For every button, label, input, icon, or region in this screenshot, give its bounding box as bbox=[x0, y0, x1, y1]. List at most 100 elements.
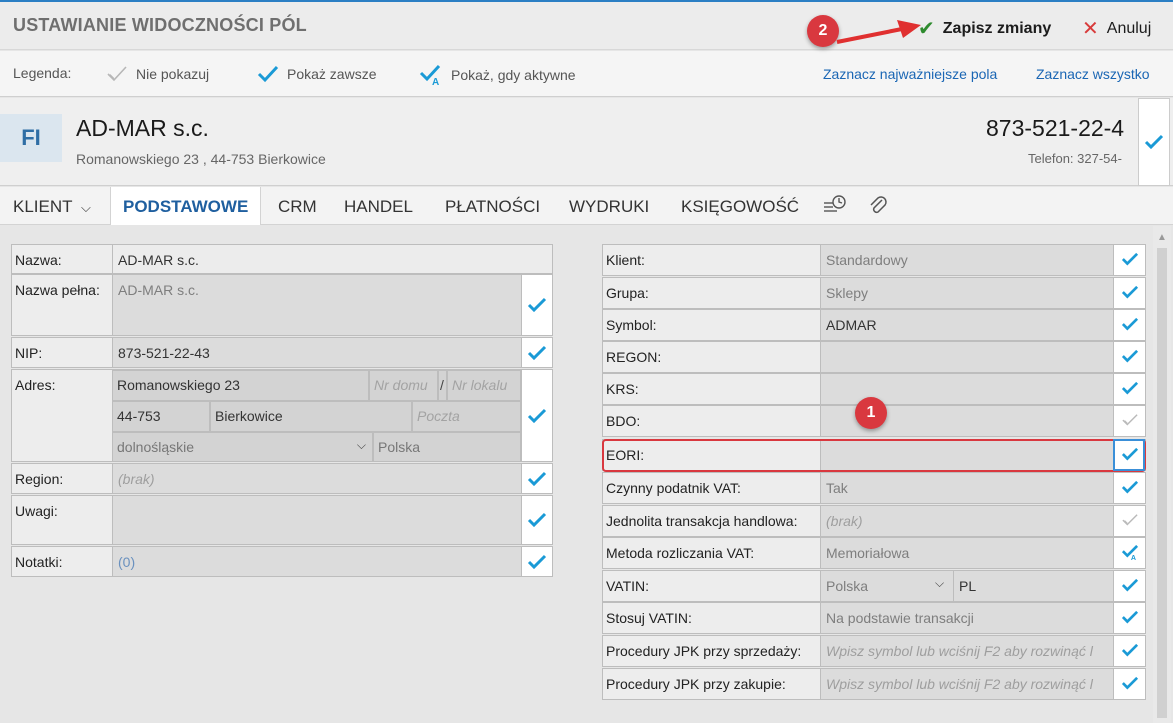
city-input[interactable]: Bierkowice bbox=[210, 401, 412, 432]
field-label: Uwagi: bbox=[12, 496, 113, 544]
field-value[interactable]: Sklepy bbox=[821, 278, 1113, 308]
visibility-checkbox[interactable] bbox=[521, 496, 552, 544]
tab-payments[interactable]: PŁATNOŚCI bbox=[445, 197, 540, 217]
visibility-checkbox[interactable] bbox=[521, 338, 552, 367]
header-visibility-checkbox[interactable] bbox=[1138, 98, 1170, 186]
check-icon: A bbox=[1121, 545, 1138, 561]
field-row: EORI: bbox=[602, 439, 1146, 471]
field-value[interactable]: Wpisz symbol lub wciśnij F2 aby rozwinąć… bbox=[821, 669, 1113, 699]
visibility-checkbox[interactable] bbox=[1113, 669, 1145, 699]
visibility-checkbox[interactable] bbox=[521, 370, 552, 461]
tab-basic[interactable]: PODSTAWOWE bbox=[110, 187, 262, 225]
check-icon bbox=[527, 512, 547, 528]
nazwa-pelna-input[interactable]: AD-MAR s.c. bbox=[113, 275, 521, 335]
visibility-checkbox[interactable] bbox=[1113, 636, 1145, 666]
field-value[interactable]: (brak) bbox=[821, 506, 1113, 536]
uwagi-input[interactable] bbox=[113, 496, 521, 544]
zip-input[interactable]: 44-753 bbox=[112, 401, 210, 432]
field-label: Region: bbox=[12, 464, 113, 493]
visibility-checkbox[interactable] bbox=[1113, 603, 1145, 633]
history-icon[interactable] bbox=[823, 194, 847, 221]
check-icon bbox=[1121, 578, 1138, 592]
check-icon bbox=[1121, 514, 1138, 526]
cancel-button[interactable]: ✕ Anuluj bbox=[1082, 16, 1151, 41]
notatki-link[interactable]: (0) bbox=[113, 547, 521, 576]
flat-number-input[interactable]: Nr lokalu bbox=[447, 370, 521, 401]
visibility-checkbox[interactable] bbox=[1113, 245, 1145, 275]
tab-trade[interactable]: HANDEL bbox=[344, 197, 413, 217]
legend-always: Pokaż zawsze bbox=[257, 65, 376, 83]
scroll-up-icon[interactable]: ▲ bbox=[1157, 232, 1167, 243]
field-value[interactable] bbox=[821, 342, 1113, 372]
field-region: Region: (brak) bbox=[11, 463, 553, 494]
visibility-checkbox[interactable] bbox=[521, 464, 552, 493]
field-value[interactable]: ADMAR bbox=[821, 310, 1113, 340]
legend-bar: Legenda: Nie pokazuj Pokaż zawsze A Poka… bbox=[0, 51, 1173, 97]
field-value[interactable]: Na podstawie transakcji bbox=[821, 603, 1113, 633]
tab-client[interactable]: KLIENT ⌵ bbox=[13, 197, 91, 217]
address-separator: / bbox=[438, 370, 447, 401]
check-icon bbox=[1121, 317, 1138, 331]
field-uwagi: Uwagi: bbox=[11, 495, 553, 545]
field-value[interactable]: Memoriałowa bbox=[821, 538, 1113, 568]
tab-prints[interactable]: WYDRUKI bbox=[569, 197, 649, 217]
field-label: VATIN: bbox=[603, 571, 821, 601]
visibility-checkbox[interactable] bbox=[1113, 473, 1145, 503]
chevron-down-icon: ⌵ bbox=[935, 576, 945, 590]
field-row: Symbol: ADMAR bbox=[602, 309, 1146, 341]
scroll-thumb[interactable] bbox=[1157, 248, 1167, 718]
visibility-checkbox[interactable] bbox=[521, 547, 552, 576]
field-value[interactable]: Wpisz symbol lub wciśnij F2 aby rozwinąć… bbox=[821, 636, 1113, 666]
visibility-checkbox[interactable] bbox=[1113, 440, 1145, 470]
nip-input[interactable]: 873-521-22-43 bbox=[113, 338, 521, 367]
vertical-scrollbar[interactable]: ▲ bbox=[1153, 226, 1171, 723]
vatin-code-input[interactable]: PL bbox=[953, 571, 1113, 601]
post-office-input[interactable]: Poczta bbox=[412, 401, 521, 432]
country-input[interactable]: Polska bbox=[373, 432, 521, 462]
field-label: Symbol: bbox=[603, 310, 821, 340]
dialog-header: USTAWIANIE WIDOCZNOŚCI PÓL ✔ Zapisz zmia… bbox=[0, 2, 1173, 50]
always-check-icon bbox=[257, 65, 279, 83]
field-label: NIP: bbox=[12, 338, 113, 367]
visibility-checkbox[interactable] bbox=[1113, 571, 1145, 601]
field-value[interactable] bbox=[821, 440, 1113, 470]
region-input[interactable]: (brak) bbox=[113, 464, 521, 493]
street-input[interactable]: Romanowskiego 23 bbox=[112, 370, 369, 401]
visibility-checkbox[interactable] bbox=[1113, 342, 1145, 372]
check-icon bbox=[1121, 381, 1138, 395]
voivodeship-select[interactable]: dolnośląskie ⌵ bbox=[112, 432, 373, 462]
field-value[interactable]: Tak bbox=[821, 473, 1113, 503]
nazwa-input[interactable]: AD-MAR s.c. bbox=[113, 245, 552, 273]
mark-important-link[interactable]: Zaznacz najważniejsze pola bbox=[823, 66, 997, 82]
visibility-checkbox[interactable] bbox=[1113, 406, 1145, 436]
field-label: Notatki: bbox=[12, 547, 113, 576]
check-icon bbox=[527, 297, 547, 313]
tab-accounting[interactable]: KSIĘGOWOŚĆ bbox=[681, 197, 799, 217]
visibility-checkbox[interactable] bbox=[1113, 278, 1145, 308]
field-label: Procedury JPK przy sprzedaży: bbox=[603, 636, 821, 666]
visibility-checkbox[interactable] bbox=[1113, 374, 1145, 404]
field-row: Procedury JPK przy sprzedaży: Wpisz symbo… bbox=[602, 635, 1146, 667]
field-value[interactable]: Standardowy bbox=[821, 245, 1113, 275]
visibility-checkbox[interactable] bbox=[521, 275, 552, 335]
visibility-checkbox[interactable]: A bbox=[1113, 538, 1145, 568]
visibility-checkbox[interactable] bbox=[1113, 506, 1145, 536]
check-icon bbox=[1121, 285, 1138, 299]
tab-crm[interactable]: CRM bbox=[278, 197, 317, 217]
field-row: Metoda rozliczania VAT: Memoriałowa A bbox=[602, 537, 1146, 569]
field-row: Jednolita transakcja handlowa: (brak) bbox=[602, 505, 1146, 537]
legend-hide: Nie pokazuj bbox=[106, 65, 209, 83]
svg-text:A: A bbox=[432, 77, 439, 85]
visibility-checkbox[interactable] bbox=[1113, 310, 1145, 340]
save-label: Zapisz zmiany bbox=[942, 19, 1052, 37]
field-value[interactable]: Polska bbox=[821, 571, 953, 601]
field-label: Jednolita transakcja handlowa: bbox=[603, 506, 821, 536]
attachment-icon[interactable] bbox=[868, 194, 888, 221]
field-label: Grupa: bbox=[603, 278, 821, 308]
mark-all-link[interactable]: Zaznacz wszystko bbox=[1036, 66, 1150, 82]
field-label: Klient: bbox=[603, 245, 821, 275]
save-button[interactable]: ✔ Zapisz zmiany bbox=[918, 16, 1051, 41]
field-label: Adres: bbox=[12, 370, 113, 461]
house-number-input[interactable]: Nr domu bbox=[369, 370, 438, 401]
legend-title: Legenda: bbox=[13, 65, 72, 81]
